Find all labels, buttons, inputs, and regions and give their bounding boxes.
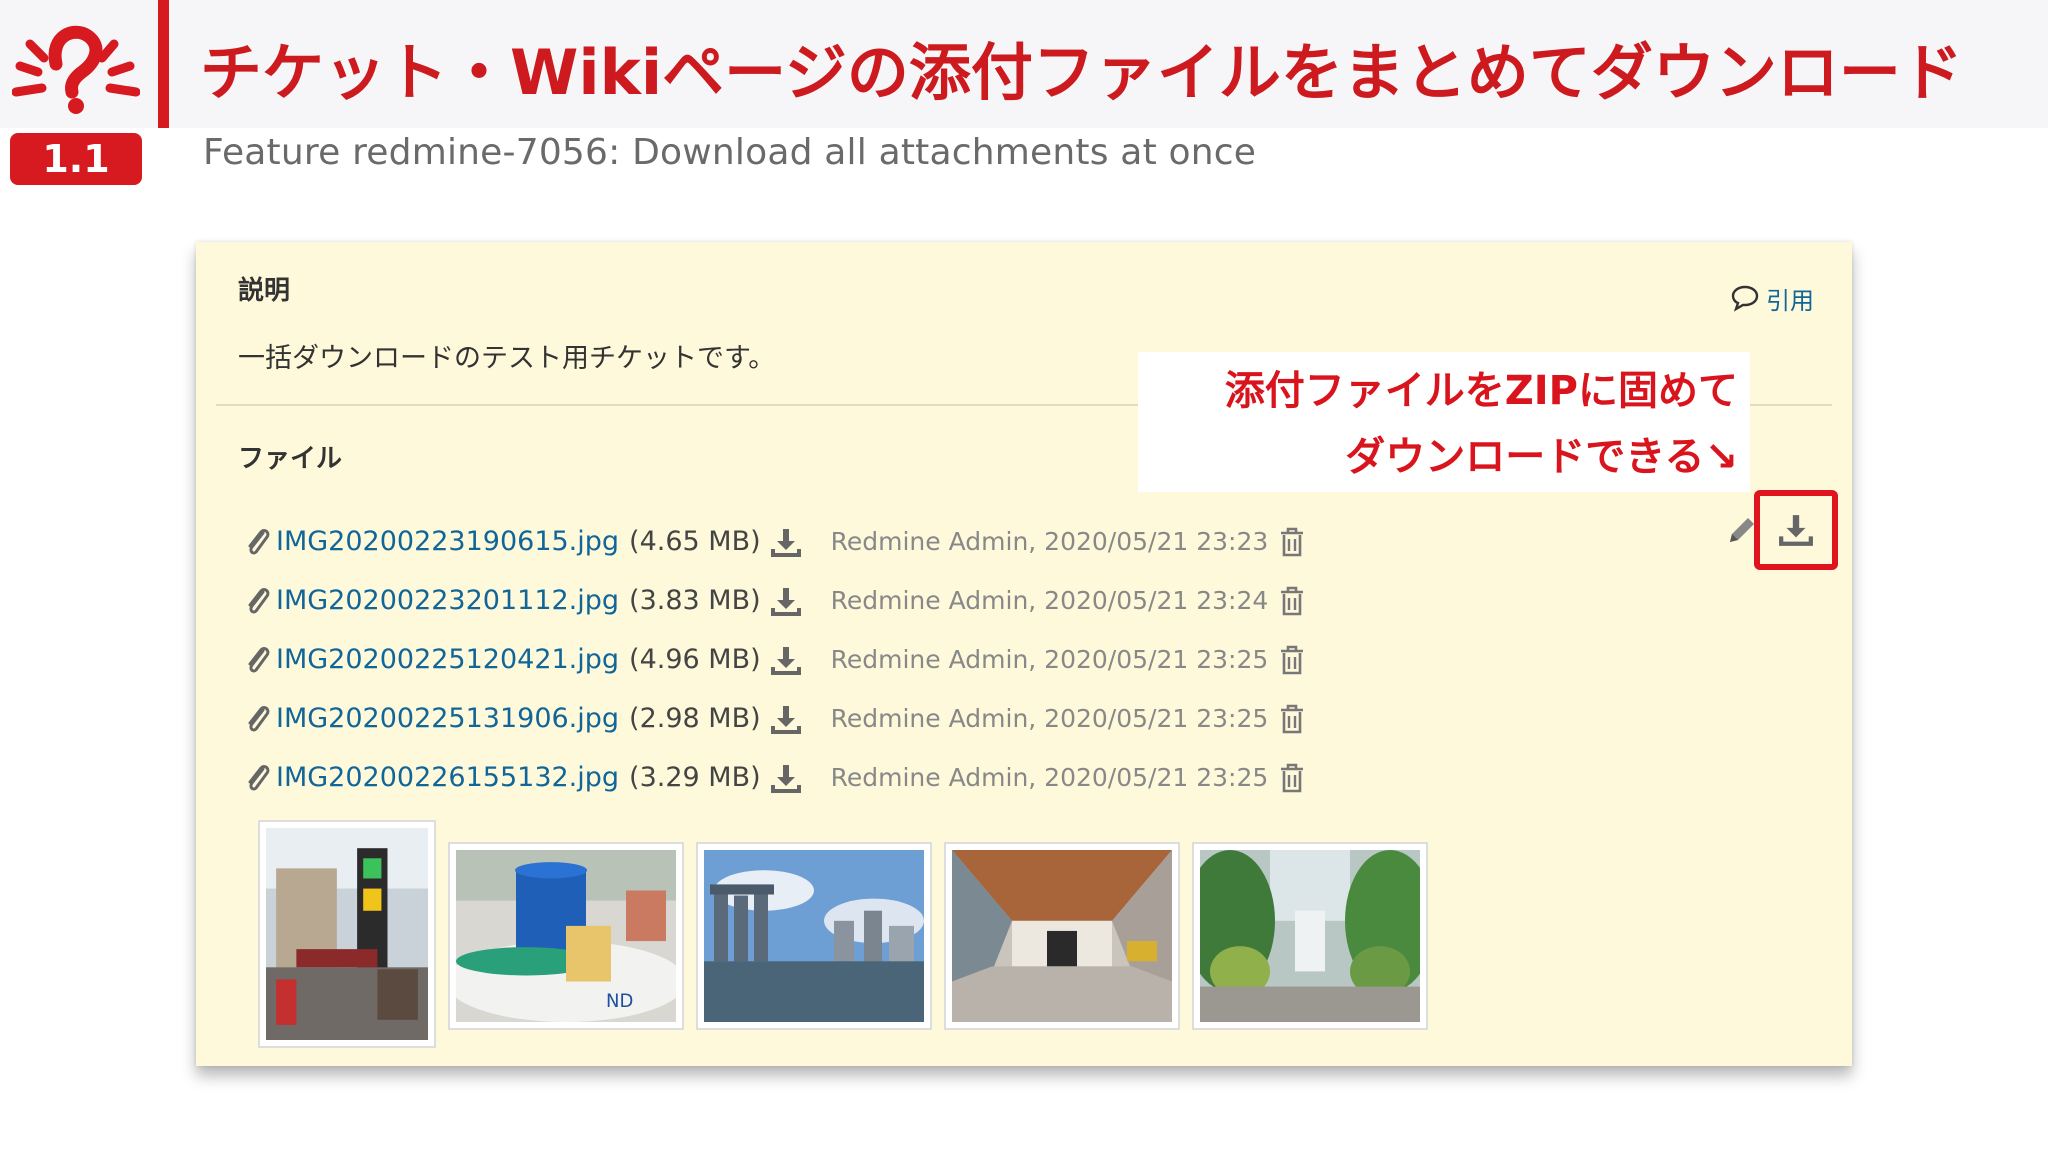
attachment-size: (4.65 MB) bbox=[629, 526, 761, 557]
drink-photo: ND bbox=[456, 850, 676, 1022]
download-icon[interactable] bbox=[769, 702, 803, 736]
thumbnail-image[interactable] bbox=[696, 842, 932, 1030]
callout-line-1: 添付ファイルをZIPに固めて bbox=[1224, 368, 1738, 414]
attachment-author-date: Redmine Admin, 2020/05/21 23:25 bbox=[830, 704, 1269, 733]
svg-text:ND: ND bbox=[606, 991, 633, 1012]
thumbnail-image[interactable]: ND bbox=[448, 842, 684, 1030]
thumbnail-image[interactable] bbox=[258, 820, 436, 1048]
download-icon[interactable] bbox=[769, 761, 803, 795]
station-photo bbox=[952, 850, 1172, 1022]
issue-details-panel: 説明 一括ダウンロードのテスト用チケットです。 引用 ファイル IMG20200… bbox=[196, 242, 1852, 1066]
slide-title: チケット・Wikiページの添付ファイルをまとめてダウンロード bbox=[200, 36, 1963, 109]
download-icon[interactable] bbox=[769, 584, 803, 618]
files-heading: ファイル bbox=[238, 444, 343, 474]
attachment-link[interactable]: IMG20200223201112.jpg bbox=[276, 585, 619, 616]
thumbnail-image[interactable] bbox=[1192, 842, 1428, 1030]
attachment-link[interactable]: IMG20200226155132.jpg bbox=[276, 762, 619, 793]
quote-label: 引用 bbox=[1766, 286, 1814, 315]
download-icon[interactable] bbox=[769, 643, 803, 677]
attachment-list: IMG20200223190615.jpg (4.65 MB) Redmine … bbox=[244, 512, 1344, 807]
header-divider bbox=[158, 0, 169, 128]
quote-link[interactable]: 引用 bbox=[1730, 280, 1814, 316]
pencil-icon[interactable] bbox=[1724, 514, 1758, 548]
download-all-button[interactable] bbox=[1754, 490, 1838, 570]
speech-bubble-icon bbox=[1731, 285, 1759, 312]
version-badge: 1.1 bbox=[10, 133, 142, 185]
attachment-link[interactable]: IMG20200223190615.jpg bbox=[276, 526, 619, 557]
description-text: 一括ダウンロードのテスト用チケットです。 bbox=[238, 343, 776, 374]
paperclip-icon bbox=[248, 646, 270, 673]
skyline-photo bbox=[704, 850, 924, 1022]
trash-icon[interactable] bbox=[1278, 585, 1306, 617]
attachment-size: (4.96 MB) bbox=[629, 644, 761, 675]
slide-subtitle: Feature redmine-7056: Download all attac… bbox=[203, 132, 1257, 173]
callout-line-2: ダウンロードできる↘ bbox=[1345, 434, 1738, 480]
thumbnail-image[interactable] bbox=[944, 842, 1180, 1030]
attachment-size: (3.29 MB) bbox=[629, 762, 761, 793]
attachment-link[interactable]: IMG20200225131906.jpg bbox=[276, 703, 619, 734]
redmine-logo-icon bbox=[12, 25, 140, 114]
trash-icon[interactable] bbox=[1278, 526, 1306, 558]
trash-icon[interactable] bbox=[1278, 703, 1306, 735]
attachment-author-date: Redmine Admin, 2020/05/21 23:25 bbox=[830, 645, 1269, 674]
description-heading: 説明 bbox=[238, 276, 291, 306]
attachment-row: IMG20200226155132.jpg (3.29 MB) Redmine … bbox=[244, 748, 1344, 807]
attachment-row: IMG20200225120421.jpg (4.96 MB) Redmine … bbox=[244, 630, 1344, 689]
attachment-author-date: Redmine Admin, 2020/05/21 23:25 bbox=[830, 763, 1269, 792]
attachment-row: IMG20200223201112.jpg (3.83 MB) Redmine … bbox=[244, 571, 1344, 630]
garden-photo bbox=[1200, 850, 1420, 1022]
attachment-size: (3.83 MB) bbox=[629, 585, 761, 616]
paperclip-icon bbox=[248, 764, 270, 791]
street-photo bbox=[266, 828, 428, 1040]
attachment-row: IMG20200225131906.jpg (2.98 MB) Redmine … bbox=[244, 689, 1344, 748]
attachment-link[interactable]: IMG20200225120421.jpg bbox=[276, 644, 619, 675]
attachment-author-date: Redmine Admin, 2020/05/21 23:24 bbox=[830, 586, 1269, 615]
feature-callout: 添付ファイルをZIPに固めて ダウンロードできる↘ bbox=[1138, 352, 1750, 492]
attachment-row: IMG20200223190615.jpg (4.65 MB) Redmine … bbox=[244, 512, 1344, 571]
attachment-author-date: Redmine Admin, 2020/05/21 23:23 bbox=[830, 527, 1269, 556]
trash-icon[interactable] bbox=[1278, 644, 1306, 676]
paperclip-icon bbox=[248, 587, 270, 614]
paperclip-icon bbox=[248, 528, 270, 555]
trash-icon[interactable] bbox=[1278, 762, 1306, 794]
attachment-size: (2.98 MB) bbox=[629, 703, 761, 734]
paperclip-icon bbox=[248, 705, 270, 732]
download-all-icon bbox=[1779, 515, 1813, 546]
download-icon[interactable] bbox=[769, 525, 803, 559]
